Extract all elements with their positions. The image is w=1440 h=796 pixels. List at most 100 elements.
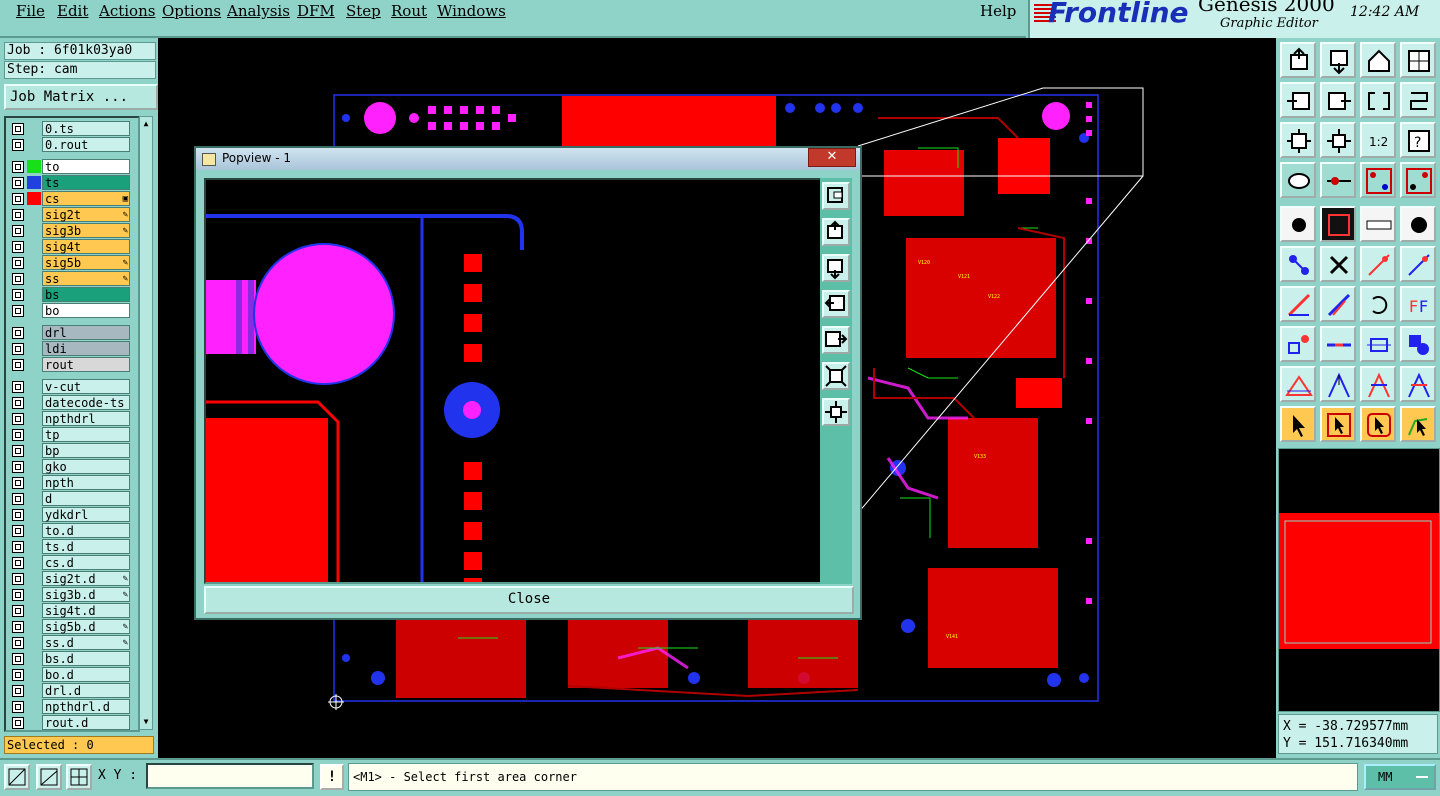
layer-checkbox[interactable]: [12, 177, 24, 189]
scroll-up-icon[interactable]: ▲: [141, 119, 151, 129]
angle-red-icon[interactable]: [1280, 366, 1316, 402]
layer-row[interactable]: sig5b ✎: [8, 255, 134, 270]
mirror-icon[interactable]: [1360, 82, 1396, 118]
layer-checkbox[interactable]: [12, 429, 24, 441]
layer-list[interactable]: 0.ts 0.rout to ts cs ▣ sig2t ✎ sig3b ✎ sig4t sig5b ✎…: [4, 116, 140, 732]
layer-checkbox[interactable]: [12, 557, 24, 569]
net-red-icon[interactable]: [1360, 162, 1396, 198]
layer-name[interactable]: sig3b ✎: [42, 223, 130, 238]
zoom-out-icon[interactable]: [1320, 42, 1356, 78]
delete-cross-icon[interactable]: [1320, 246, 1356, 282]
copy-shape-icon[interactable]: [1400, 326, 1436, 362]
layer-name[interactable]: ss.d ✎: [42, 635, 130, 650]
layer-row[interactable]: drl.d: [8, 683, 134, 698]
popview-zoom-area[interactable]: [204, 178, 822, 584]
pv-pan-right-icon[interactable]: [822, 326, 850, 354]
layer-row[interactable]: npthdrl.d: [8, 699, 134, 714]
layer-checkbox[interactable]: [12, 359, 24, 371]
menu-file[interactable]: File: [16, 2, 45, 20]
layer-name[interactable]: rout: [42, 357, 130, 372]
layer-row[interactable]: ss.d ✎: [8, 635, 134, 650]
layer-row[interactable]: bs.d: [8, 651, 134, 666]
menu-dfm[interactable]: DFM: [297, 2, 335, 20]
layer-name[interactable]: npthdrl: [42, 411, 130, 426]
net-select-icon[interactable]: [1400, 162, 1436, 198]
connect-icon[interactable]: [1280, 246, 1316, 282]
layer-row[interactable]: 0.ts: [8, 121, 134, 136]
layer-checkbox[interactable]: [12, 717, 24, 729]
layer-name[interactable]: bs: [42, 287, 130, 302]
layer-checkbox[interactable]: [12, 273, 24, 285]
layer-checkbox[interactable]: [12, 161, 24, 173]
layer-name[interactable]: ldi: [42, 341, 130, 356]
layer-checkbox[interactable]: [12, 525, 24, 537]
layer-checkbox[interactable]: [12, 605, 24, 617]
pv-zoom-window-icon[interactable]: [822, 182, 850, 210]
layer-row[interactable]: npth: [8, 475, 134, 490]
job-matrix-button[interactable]: Job Matrix ...: [4, 84, 158, 110]
layer-checkbox[interactable]: [12, 413, 24, 425]
snap-icon[interactable]: [4, 764, 30, 790]
pointer-circle-icon[interactable]: [1360, 406, 1396, 442]
layer-checkbox[interactable]: [12, 343, 24, 355]
pv-zoom-in-icon[interactable]: [822, 218, 850, 246]
xy-input[interactable]: [146, 763, 314, 789]
line-blue-icon[interactable]: [1320, 286, 1356, 322]
menu-help[interactable]: Help: [980, 2, 1016, 20]
layer-name[interactable]: bs.d: [42, 651, 130, 666]
fit-all-icon[interactable]: [1280, 122, 1316, 158]
palette-icon[interactable]: [1280, 162, 1316, 198]
layer-name[interactable]: sig3b.d ✎: [42, 587, 130, 602]
pan-left-icon[interactable]: [1280, 82, 1316, 118]
layer-name[interactable]: sig2t.d ✎: [42, 571, 130, 586]
menu-options[interactable]: Options: [162, 2, 221, 20]
layer-name[interactable]: sig4t.d: [42, 603, 130, 618]
menu-step[interactable]: Step: [346, 2, 381, 20]
grid-icon[interactable]: [66, 764, 92, 790]
add-line-icon[interactable]: [1360, 246, 1396, 282]
layer-checkbox[interactable]: [12, 669, 24, 681]
layer-checkbox[interactable]: [12, 637, 24, 649]
add-pad-icon[interactable]: [1400, 246, 1436, 282]
home-icon[interactable]: [1360, 42, 1396, 78]
highlight-icon[interactable]: [1320, 206, 1356, 242]
layer-checkbox[interactable]: [12, 225, 24, 237]
layer-name[interactable]: ts.d: [42, 539, 130, 554]
layer-row[interactable]: sig4t.d: [8, 603, 134, 618]
layer-checkbox[interactable]: [12, 653, 24, 665]
layer-row[interactable]: cs ▣: [8, 191, 134, 206]
menu-windows[interactable]: Windows: [437, 2, 506, 20]
layer-name[interactable]: bo: [42, 303, 130, 318]
layer-name[interactable]: d: [42, 491, 130, 506]
layer-row[interactable]: to.d: [8, 523, 134, 538]
layer-row[interactable]: ts: [8, 175, 134, 190]
layer-name[interactable]: sig5b ✎: [42, 255, 130, 270]
menu-rout[interactable]: Rout: [391, 2, 427, 20]
text-f-icon[interactable]: FF: [1400, 286, 1436, 322]
layer-row[interactable]: bp: [8, 443, 134, 458]
layer-name[interactable]: tp: [42, 427, 130, 442]
layer-checkbox[interactable]: [12, 289, 24, 301]
pv-center-icon[interactable]: [822, 398, 850, 426]
layer-name[interactable]: sig2t ✎: [42, 207, 130, 222]
split-icon[interactable]: [1320, 326, 1356, 362]
layer-row[interactable]: rout: [8, 357, 134, 372]
layer-checkbox[interactable]: [12, 305, 24, 317]
layer-list-scrollbar[interactable]: ▲ ▼: [139, 116, 153, 730]
layer-name[interactable]: to.d: [42, 523, 130, 538]
layer-checkbox[interactable]: [12, 477, 24, 489]
popview-titlebar[interactable]: Popview - 1: [196, 148, 860, 170]
layer-name[interactable]: cs ▣: [42, 191, 130, 206]
layer-name[interactable]: bo.d: [42, 667, 130, 682]
layer-row[interactable]: sig3b ✎: [8, 223, 134, 238]
layer-row[interactable]: bs: [8, 287, 134, 302]
angle-blue-icon[interactable]: [1400, 366, 1436, 402]
layer-row[interactable]: sig2t.d ✎: [8, 571, 134, 586]
layer-row[interactable]: ydkdrl: [8, 507, 134, 522]
layer-checkbox[interactable]: [12, 701, 24, 713]
layer-checkbox[interactable]: [12, 461, 24, 473]
layer-row[interactable]: bo: [8, 303, 134, 318]
pointer-icon[interactable]: [1280, 406, 1316, 442]
layer-name[interactable]: rout.d: [42, 715, 130, 730]
layer-name[interactable]: cs.d: [42, 555, 130, 570]
